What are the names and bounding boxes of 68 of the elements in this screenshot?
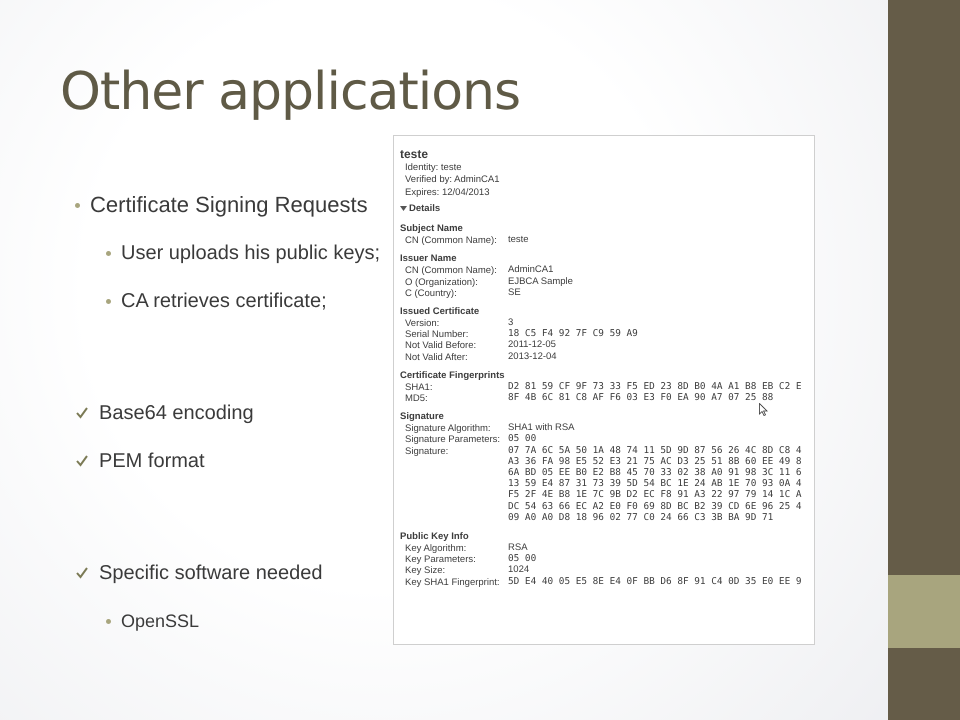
field-value: 05 00 bbox=[508, 554, 536, 565]
field-label: Key SHA1 Fingerprint: bbox=[405, 576, 501, 588]
field-label: Key Parameters: bbox=[405, 554, 477, 566]
field-value: 18 C5 F4 92 7F C9 59 A9 bbox=[508, 329, 638, 340]
field-value: A3 36 FA 98 E5 52 E3 21 75 AC D3 25 51 8B 60 EE 49 8 bbox=[508, 456, 802, 468]
field-value: 2013-12-04 bbox=[508, 352, 557, 363]
field-label: Key Size: bbox=[405, 565, 446, 577]
field-value: 09 A0 A0 D8 18 96 02 77 C0 24 66 C3 3B BA 9D 71 bbox=[508, 512, 774, 524]
checklist-text: PEM format bbox=[99, 449, 205, 474]
field-value: 1024 bbox=[508, 565, 530, 577]
field-label: CN (Common Name): bbox=[405, 265, 498, 277]
bullet-text: User uploads his public keys; bbox=[121, 241, 380, 266]
field-value: 05 00 bbox=[508, 434, 536, 446]
field-label: Signature: bbox=[405, 446, 450, 459]
bullet-text: Certificate Signing Requests bbox=[90, 192, 368, 218]
certificate-summary-line: Expires: 12/04/2013 bbox=[404, 186, 491, 200]
field-value: 5D E4 40 05 E5 8E E4 0F BB D6 8F 91 C4 0D 35 E0 EE 9 bbox=[508, 576, 802, 588]
bullet-dot bbox=[106, 618, 111, 624]
checkmark-icon bbox=[75, 454, 89, 468]
field-label: Signature Algorithm: bbox=[405, 423, 492, 434]
bullet-text: OpenSSL bbox=[121, 610, 200, 633]
field-value: D2 81 59 CF 9F 73 33 F5 ED 23 8D B0 4A A1 B8 EB C2 E bbox=[508, 382, 802, 393]
section-heading: Subject Name bbox=[400, 223, 464, 236]
certificate-title: teste bbox=[400, 146, 430, 162]
details-toggle[interactable]: Details bbox=[400, 202, 814, 216]
field-value: AdminCA1 bbox=[508, 265, 554, 277]
section-heading: Issued Certificate bbox=[400, 306, 480, 318]
slide-title: Other applications bbox=[59, 61, 522, 124]
field-value: 3 bbox=[508, 318, 514, 329]
certificate-summary-line: Verified by: AdminCA1 bbox=[404, 174, 501, 187]
certificate-summary-line: Identity: teste bbox=[404, 162, 463, 174]
field-value: SE bbox=[508, 288, 521, 300]
section-heading: Certificate Fingerprints bbox=[400, 370, 506, 382]
field-label: CN (Common Name): bbox=[405, 235, 498, 246]
field-value: 07 7A 6C 5A 50 1A 48 74 11 5D 9D 87 56 26 4C 8D C8 4 bbox=[508, 446, 802, 457]
field-label: MD5: bbox=[405, 393, 429, 404]
field-label: Not Valid Before: bbox=[405, 340, 478, 352]
field-value: F5 2F 4E B8 1E 7C 9B D2 EC F8 91 A3 22 97 79 14 1C A bbox=[508, 490, 802, 502]
field-label: Not Valid After: bbox=[405, 352, 469, 363]
field-value: EJBCA Sample bbox=[508, 276, 573, 288]
field-value: 2011-12-05 bbox=[508, 340, 556, 352]
bullet-text: CA retrieves certificate; bbox=[121, 289, 327, 314]
mouse-pointer-icon bbox=[759, 403, 768, 416]
bullet-dot bbox=[75, 202, 80, 208]
field-value: DC 54 63 66 EC A2 E0 F0 69 8D BC B2 39 CD 6E 96 25 4 bbox=[508, 502, 802, 513]
field-label: SHA1: bbox=[405, 382, 434, 394]
field-value: 6A BD 05 EE B0 E2 B8 45 70 33 02 38 A0 91 98 3C 11 6 bbox=[508, 468, 802, 479]
section-heading: Signature bbox=[400, 411, 445, 424]
field-label: Signature Parameters: bbox=[405, 434, 502, 446]
checklist-text: Specific software needed bbox=[99, 561, 322, 586]
field-value: 13 59 E4 87 31 73 39 5D 54 BC 1E 24 AB 1E 70 93 0A 4 bbox=[508, 479, 802, 490]
field-value: SHA1 with RSA bbox=[508, 423, 575, 434]
bullet-dot bbox=[106, 298, 111, 304]
field-label: C (Country): bbox=[405, 288, 458, 300]
field-label: Key Algorithm: bbox=[405, 542, 468, 554]
field-label: O (Organization): bbox=[405, 276, 479, 288]
section-heading: Public Key Info bbox=[400, 530, 470, 543]
field-label: Serial Number: bbox=[405, 329, 470, 340]
section-heading: Issuer Name bbox=[400, 253, 458, 266]
field-label: Version: bbox=[405, 318, 440, 330]
checkmark-icon bbox=[75, 406, 89, 420]
field-value: 8F 4B 6C 81 C8 AF F6 03 E3 F0 EA 90 A7 07 25 88 bbox=[508, 393, 774, 404]
caret-icon bbox=[400, 206, 407, 212]
bullet-dot bbox=[106, 250, 111, 256]
checklist-text: Base64 encoding bbox=[99, 401, 254, 426]
field-value: RSA bbox=[508, 542, 528, 554]
checkmark-icon bbox=[75, 566, 89, 580]
field-value: teste bbox=[508, 235, 529, 246]
